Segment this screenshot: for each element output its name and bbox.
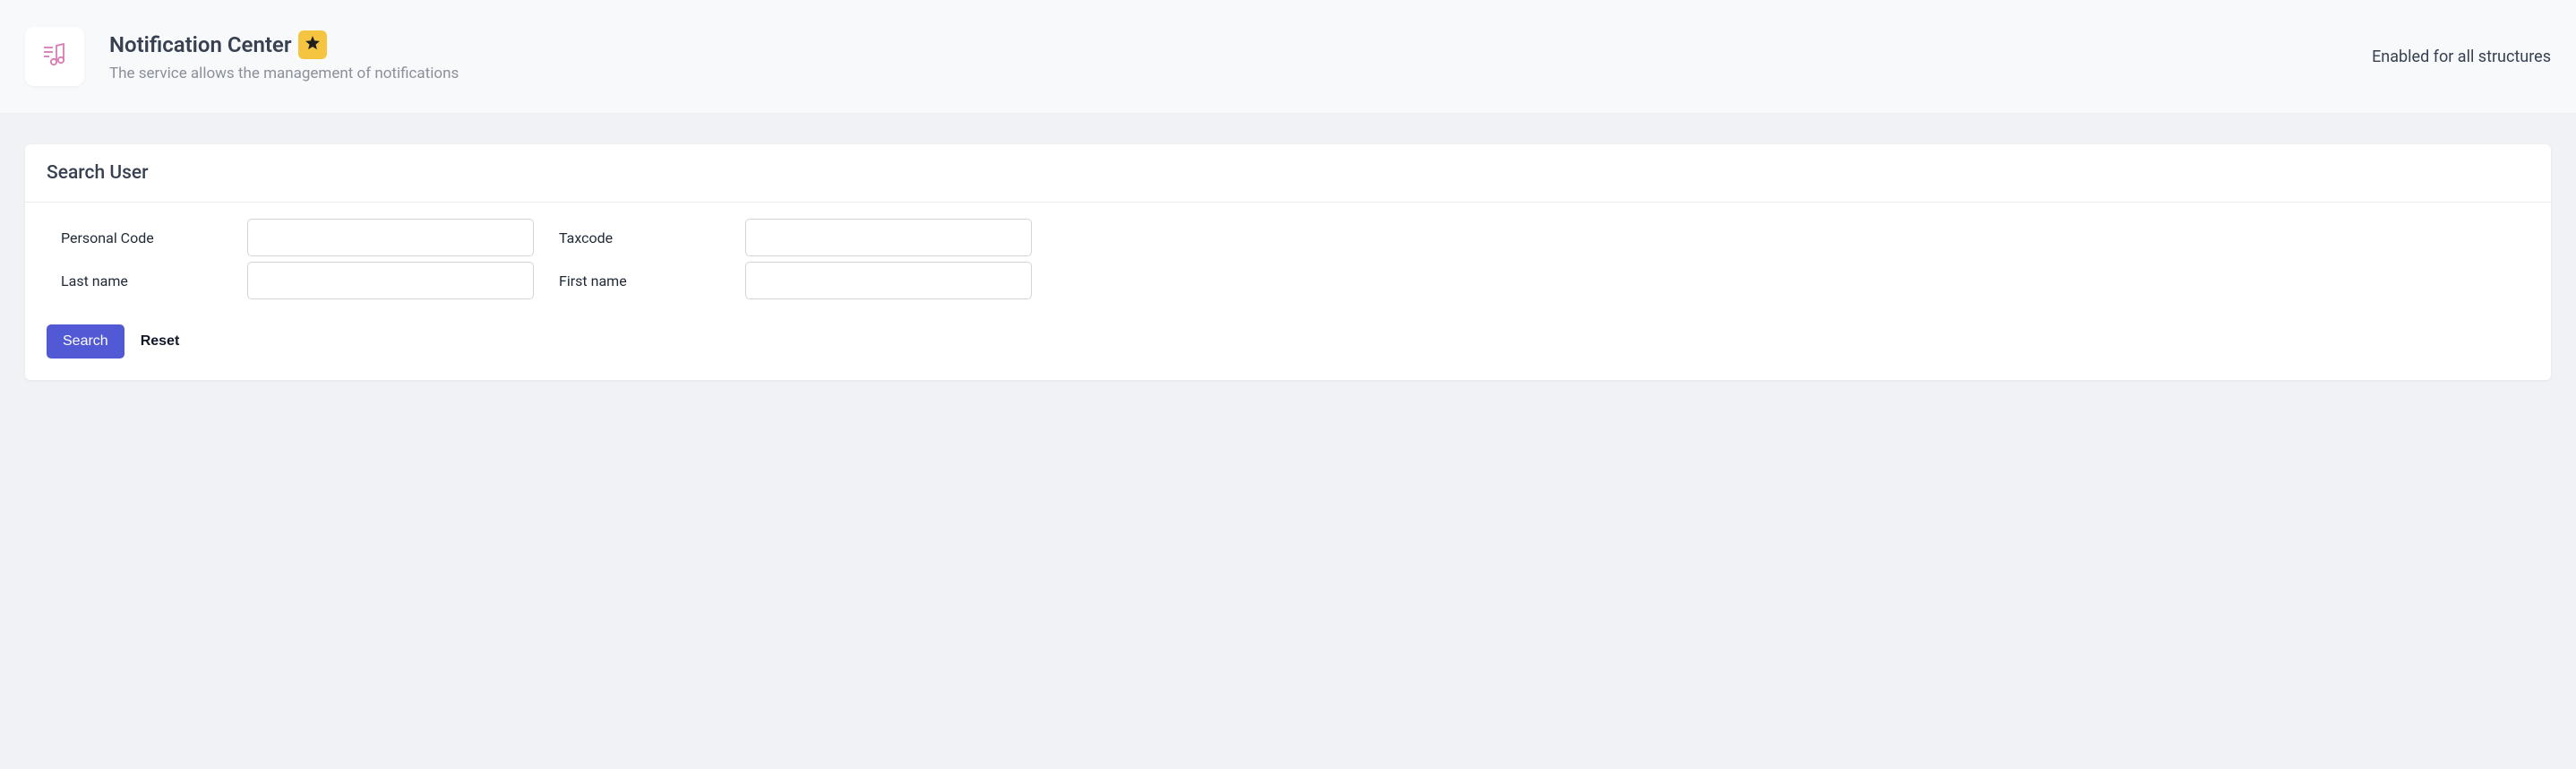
search-user-card: Search User Personal Code Taxcode Last n… (25, 144, 2551, 380)
header-left: Notification Center The service allows t… (25, 27, 459, 86)
last-name-label: Last name (61, 272, 222, 289)
music-note-icon (39, 39, 71, 74)
first-name-label: First name (559, 272, 720, 289)
header-titles: Notification Center The service allows t… (109, 30, 459, 82)
card-body: Personal Code Taxcode Last name First na… (25, 203, 2551, 380)
form-actions: Search Reset (47, 324, 2529, 359)
taxcode-input[interactable] (745, 219, 1032, 256)
page-header: Notification Center The service allows t… (0, 0, 2576, 114)
search-button[interactable]: Search (47, 324, 125, 359)
form-grid: Personal Code Taxcode Last name First na… (61, 219, 2529, 299)
taxcode-label: Taxcode (559, 229, 720, 246)
page-subtitle: The service allows the management of not… (109, 65, 459, 82)
card-title: Search User (47, 162, 149, 184)
first-name-input[interactable] (745, 262, 1032, 299)
personal-code-label: Personal Code (61, 229, 222, 246)
last-name-input[interactable] (247, 262, 534, 299)
page-title: Notification Center (109, 32, 291, 57)
title-row: Notification Center (109, 30, 459, 59)
reset-button[interactable]: Reset (141, 333, 180, 350)
app-icon-box (25, 27, 84, 86)
personal-code-input[interactable] (247, 219, 534, 256)
star-icon (304, 34, 322, 56)
card-header: Search User (25, 144, 2551, 203)
content: Search User Personal Code Taxcode Last n… (0, 114, 2576, 410)
favorite-star-button[interactable] (298, 30, 327, 59)
scope-label: Enabled for all structures (2372, 48, 2551, 66)
